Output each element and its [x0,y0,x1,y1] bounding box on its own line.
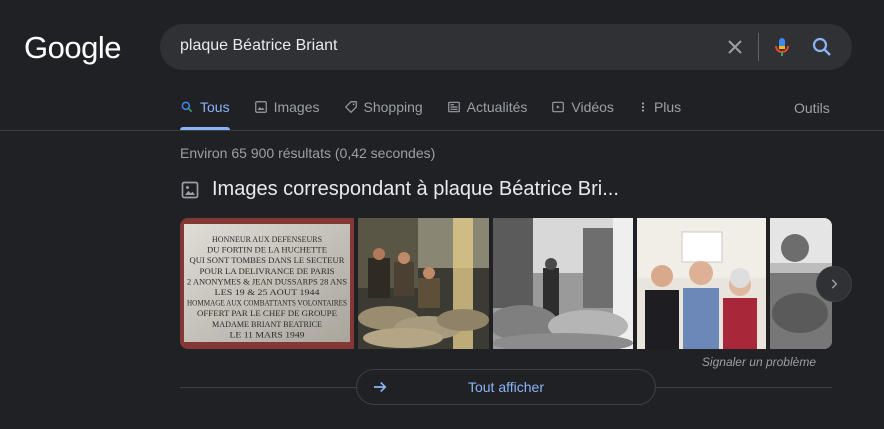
tag-icon [344,101,357,114]
tab-shopping[interactable]: Shopping [344,97,423,117]
next-images-button[interactable] [816,266,852,302]
tab-label: Shopping [363,99,423,115]
plaque-line: MADAME BRIANT BEATRICE [212,320,322,329]
image-thumbnail-plaque[interactable]: HONNEUR AUX DEFENSEURS DU FORTIN DE LA HU… [180,218,354,349]
header-divider [0,130,884,131]
tab-label: Actualités [466,99,528,115]
plaque-line: DU FORTIN DE LA HUCHETTE [207,246,327,255]
images-section-header[interactable]: Images correspondant à plaque Béatrice B… [180,178,619,201]
image-thumbnail-people[interactable] [637,218,766,349]
search-input[interactable]: plaque Béatrice Briant [180,37,337,55]
barricade-photo [358,218,489,349]
tab-label: Images [273,99,320,115]
video-icon [552,101,565,113]
people-photo [637,218,766,349]
tab-more[interactable]: Plus [638,97,681,117]
arrow-right-icon [374,381,387,393]
search-divider [758,33,759,61]
image-icon [181,181,199,198]
street-photo-bw [493,218,633,349]
images-section-title[interactable]: Images correspondant à plaque Béatrice B… [212,178,619,201]
tab-images[interactable]: Images [254,97,320,117]
google-logo[interactable]: Google [24,30,121,66]
plaque-line: HONNEUR AUX DEFENSEURS [212,235,322,244]
tab-label: Tous [200,99,230,115]
plaque-line: QUI SONT TOMBES DANS LE SECTEUR [190,256,346,265]
plaque-line: 2 ANONYMES & JEAN DUSSARPS 28 ANS [187,277,347,286]
image-strip: HONNEUR AUX DEFENSEURS DU FORTIN DE LA HU… [180,218,832,349]
tab-news[interactable]: Actualités [447,97,528,117]
search-tabs: Tous Images Shopping Actualités Vidéos P… [180,97,705,131]
plaque-line: OFFERT PAR LE CHEF DE GROUPE [197,309,337,318]
image-thumbnail-street-bw[interactable] [493,218,633,349]
plaque-line: POUR LA DELIVRANCE DE PARIS [200,267,335,276]
show-all-button[interactable]: Tout afficher [356,369,656,405]
mic-icon[interactable] [770,35,794,59]
plaque-line: LES 19 & 25 AOUT 1944 [215,288,320,297]
search-box[interactable]: plaque Béatrice Briant [160,24,852,70]
plaque-line: HOMMAGE AUX COMBATTANTS VOLONTAIRES [187,299,347,308]
chevron-right-icon [831,279,838,289]
tab-label: Vidéos [571,99,614,115]
image-icon [254,101,267,113]
tab-all[interactable]: Tous [180,97,230,117]
tab-label: Plus [653,99,682,115]
tools-button[interactable]: Outils [794,100,830,116]
plaque-line: LE 11 MARS 1949 [230,330,305,339]
image-thumbnail-barricade[interactable] [358,218,489,349]
plaque-image: HONNEUR AUX DEFENSEURS DU FORTIN DE LA HU… [180,218,354,349]
report-problem-link[interactable]: Signaler un problème [702,355,816,369]
search-icon [181,101,193,113]
clear-icon[interactable] [723,35,747,59]
tab-videos[interactable]: Vidéos [551,97,614,117]
result-stats: Environ 65 900 résultats (0,42 secondes) [180,145,436,161]
more-vert-icon [641,102,645,112]
search-icon[interactable] [810,35,834,59]
news-icon [447,101,460,113]
show-all-label: Tout afficher [467,379,544,395]
